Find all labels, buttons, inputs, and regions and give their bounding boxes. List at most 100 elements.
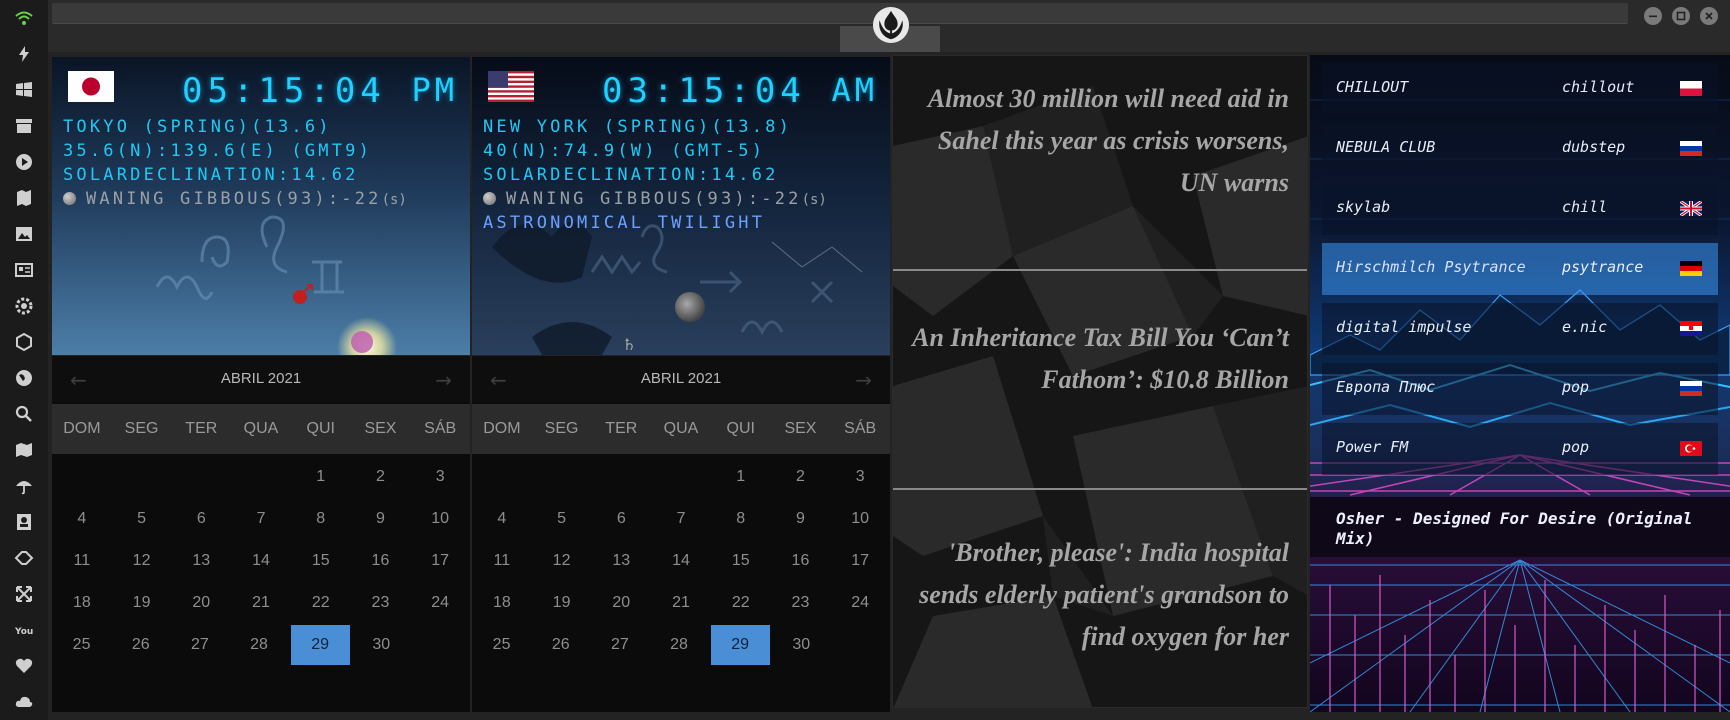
close-button[interactable] bbox=[1700, 7, 1718, 25]
settings-gear-button[interactable] bbox=[12, 294, 36, 318]
calendar-day[interactable]: 14 bbox=[651, 540, 711, 582]
calendar-day[interactable]: 23 bbox=[771, 582, 831, 624]
japan-flag-icon bbox=[68, 71, 114, 102]
umbrella-button[interactable] bbox=[12, 474, 36, 498]
calendar-day[interactable]: 19 bbox=[532, 582, 592, 624]
cloud-button[interactable] bbox=[12, 690, 36, 714]
calendar-day[interactable]: 11 bbox=[472, 540, 532, 582]
calendar-day[interactable]: 8 bbox=[291, 498, 351, 540]
calendar-day[interactable]: 7 bbox=[651, 498, 711, 540]
calendar-day[interactable]: 17 bbox=[830, 540, 890, 582]
minimize-button[interactable] bbox=[1644, 7, 1662, 25]
news-icon bbox=[15, 263, 33, 277]
heart-button[interactable] bbox=[12, 654, 36, 678]
play-button[interactable] bbox=[12, 150, 36, 174]
youtube-button[interactable]: You bbox=[12, 618, 36, 642]
calendar-day[interactable]: 30 bbox=[352, 624, 411, 666]
tag-button[interactable] bbox=[12, 546, 36, 570]
hexagon-button[interactable] bbox=[12, 330, 36, 354]
map-button[interactable] bbox=[12, 438, 36, 462]
calendar-day[interactable]: 21 bbox=[231, 582, 291, 624]
logo-tab[interactable] bbox=[840, 0, 940, 52]
calendar-day[interactable]: 25 bbox=[472, 624, 531, 666]
calendar-day[interactable]: 11 bbox=[52, 540, 112, 582]
map-book-button[interactable] bbox=[12, 186, 36, 210]
calendar-day[interactable]: 3 bbox=[830, 456, 890, 498]
calendar-day[interactable]: 18 bbox=[472, 582, 532, 624]
calendar-day[interactable]: 9 bbox=[771, 498, 831, 540]
calendar-day[interactable]: 15 bbox=[711, 540, 771, 582]
calendar-day[interactable]: 20 bbox=[171, 582, 231, 624]
calendar-day[interactable]: 24 bbox=[410, 582, 470, 624]
news-headline[interactable]: Almost 30 million will need aid in Sahel… bbox=[909, 78, 1289, 204]
calendar-day[interactable]: 19 bbox=[112, 582, 172, 624]
calendar-day[interactable]: 23 bbox=[351, 582, 411, 624]
calendar-day[interactable]: 12 bbox=[112, 540, 172, 582]
weekday-label: SÁB bbox=[844, 420, 877, 437]
calendar-day-today[interactable]: 29 bbox=[290, 625, 350, 665]
search-button[interactable] bbox=[12, 402, 36, 426]
calendar-day[interactable]: 3 bbox=[410, 456, 470, 498]
radio-station-item[interactable]: CHILLOUT chillout bbox=[1322, 63, 1718, 115]
calendar-day[interactable]: 13 bbox=[171, 540, 231, 582]
calendar-day[interactable]: 25 bbox=[52, 624, 111, 666]
news-button[interactable] bbox=[12, 258, 36, 282]
calendar-day[interactable]: 4 bbox=[52, 498, 112, 540]
calendar-day[interactable]: 22 bbox=[291, 582, 351, 624]
calendar-day[interactable]: 1 bbox=[711, 456, 771, 498]
calendar-day[interactable]: 2 bbox=[351, 456, 411, 498]
contacts-button[interactable] bbox=[12, 510, 36, 534]
calendar-day[interactable]: 26 bbox=[111, 624, 170, 666]
calendar-day[interactable]: 30 bbox=[772, 624, 831, 666]
globe-button[interactable] bbox=[12, 366, 36, 390]
calendar-day[interactable]: 12 bbox=[532, 540, 592, 582]
next-month-button[interactable]: → bbox=[435, 368, 452, 392]
calendar-day[interactable]: 16 bbox=[771, 540, 831, 582]
calendar-day[interactable]: 1 bbox=[291, 456, 351, 498]
calendar-day[interactable]: 18 bbox=[52, 582, 112, 624]
calendar-day[interactable]: 5 bbox=[532, 498, 592, 540]
calendar-day[interactable]: 10 bbox=[830, 498, 890, 540]
calendar-day[interactable]: 5 bbox=[112, 498, 172, 540]
calendar-day[interactable]: 14 bbox=[231, 540, 291, 582]
maximize-button[interactable] bbox=[1672, 7, 1690, 25]
calendar-day[interactable]: 4 bbox=[472, 498, 532, 540]
bolt-button[interactable] bbox=[12, 42, 36, 66]
calendar-day[interactable]: 9 bbox=[351, 498, 411, 540]
radio-station-item[interactable]: Европа Плюс pop bbox=[1322, 363, 1718, 415]
next-month-button[interactable]: → bbox=[855, 368, 872, 392]
calendar-day[interactable]: 6 bbox=[591, 498, 651, 540]
calendar-day[interactable]: 27 bbox=[590, 624, 649, 666]
windows-button[interactable] bbox=[12, 78, 36, 102]
calendar-day[interactable]: 28 bbox=[649, 624, 708, 666]
news-headline[interactable]: An Inheritance Tax Bill You ‘Can’t Fatho… bbox=[909, 317, 1289, 401]
calendar-day[interactable]: 16 bbox=[351, 540, 411, 582]
calendar-day[interactable]: 20 bbox=[591, 582, 651, 624]
calendar-day[interactable]: 6 bbox=[171, 498, 231, 540]
expand-button[interactable] bbox=[12, 582, 36, 606]
calendar-day[interactable]: 24 bbox=[830, 582, 890, 624]
calendar-day[interactable]: 10 bbox=[410, 498, 470, 540]
calendar-day[interactable]: 8 bbox=[711, 498, 771, 540]
calendar-day[interactable]: 15 bbox=[291, 540, 351, 582]
calendar-day[interactable]: 17 bbox=[410, 540, 470, 582]
archive-button[interactable] bbox=[12, 114, 36, 138]
radio-station-item[interactable]: Power FM pop bbox=[1322, 423, 1718, 475]
calendar-day[interactable]: 21 bbox=[651, 582, 711, 624]
expand-icon bbox=[16, 586, 32, 602]
radio-station-item[interactable]: NEBULA CLUB dubstep bbox=[1322, 123, 1718, 175]
calendar-day[interactable]: 22 bbox=[711, 582, 771, 624]
radio-station-item[interactable]: Hirschmilch Psytrance psytrance bbox=[1322, 243, 1718, 295]
radio-station-item[interactable]: digital impulse e.nic bbox=[1322, 303, 1718, 355]
wifi-button[interactable] bbox=[12, 6, 36, 30]
calendar-day[interactable]: 13 bbox=[591, 540, 651, 582]
news-headline[interactable]: 'Brother, please': India hospital sends … bbox=[909, 532, 1289, 658]
calendar-day[interactable]: 27 bbox=[170, 624, 229, 666]
image-button[interactable] bbox=[12, 222, 36, 246]
calendar-day[interactable]: 7 bbox=[231, 498, 291, 540]
calendar-day-today[interactable]: 29 bbox=[710, 625, 770, 665]
radio-station-item[interactable]: skylab chill bbox=[1322, 183, 1718, 235]
calendar-day[interactable]: 28 bbox=[229, 624, 288, 666]
calendar-day[interactable]: 2 bbox=[771, 456, 831, 498]
calendar-day[interactable]: 26 bbox=[531, 624, 590, 666]
